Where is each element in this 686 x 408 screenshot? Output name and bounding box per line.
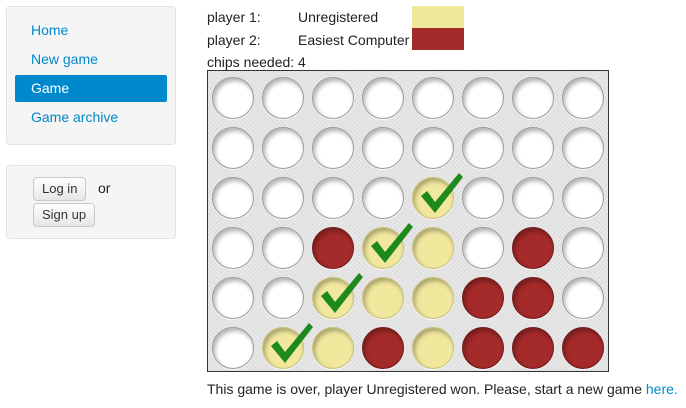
board-cell-empty[interactable] (362, 127, 404, 169)
board-cell-empty[interactable] (562, 77, 604, 119)
board-cell-empty[interactable] (212, 127, 254, 169)
player2-name: Easiest Computer (298, 32, 410, 48)
board-cell-player2[interactable] (462, 277, 504, 319)
board-cell-empty[interactable] (562, 277, 604, 319)
board-cell-empty[interactable] (462, 177, 504, 219)
board-cell-empty[interactable] (262, 127, 304, 169)
board-cell-player1[interactable] (262, 327, 304, 369)
player1-name: Unregistered (298, 9, 379, 25)
board-cell-player1[interactable] (412, 277, 454, 319)
board-cell-player1[interactable] (412, 177, 454, 219)
board-cell-empty[interactable] (462, 127, 504, 169)
board-cell-empty[interactable] (212, 277, 254, 319)
board-cell-empty[interactable] (462, 227, 504, 269)
nav-item-home[interactable]: Home (15, 17, 167, 44)
board-cell-player2[interactable] (512, 327, 554, 369)
board-cell-player2[interactable] (462, 327, 504, 369)
board-cell-empty[interactable] (212, 227, 254, 269)
nav-item-game-archive[interactable]: Game archive (15, 104, 167, 131)
login-button[interactable]: Log in (33, 177, 87, 201)
board-cell-empty[interactable] (512, 177, 554, 219)
board-cell-player1[interactable] (362, 227, 404, 269)
board-cell-empty[interactable] (462, 77, 504, 119)
board-cell-empty[interactable] (262, 77, 304, 119)
game-board (207, 70, 609, 372)
board-cell-player1[interactable] (412, 327, 454, 369)
player2-label: player 2: (207, 32, 261, 48)
board-cell-player1[interactable] (412, 227, 454, 269)
board-cell-player2[interactable] (512, 227, 554, 269)
board-cell-empty[interactable] (212, 327, 254, 369)
or-label: or (98, 180, 111, 196)
nav-item-game[interactable]: Game (15, 75, 167, 102)
board-cell-empty[interactable] (212, 77, 254, 119)
board-cell-empty[interactable] (512, 127, 554, 169)
board-cell-empty[interactable] (562, 177, 604, 219)
player1-color-swatch (412, 6, 464, 28)
board-cell-empty[interactable] (412, 77, 454, 119)
board-cell-empty[interactable] (262, 277, 304, 319)
status-text: This game is over, player Unregistered w… (207, 381, 646, 397)
player1-label: player 1: (207, 9, 261, 25)
navigation-panel: Home New game Game Game archive (6, 6, 176, 145)
board-cell-empty[interactable] (312, 77, 354, 119)
board-cell-empty[interactable] (512, 77, 554, 119)
board-cell-empty[interactable] (562, 127, 604, 169)
chips-needed-value: 4 (298, 54, 306, 70)
new-game-here-link[interactable]: here. (646, 381, 678, 397)
board-cell-empty[interactable] (312, 127, 354, 169)
board-cell-empty[interactable] (362, 77, 404, 119)
board-cell-player2[interactable] (562, 327, 604, 369)
board-cell-empty[interactable] (312, 177, 354, 219)
board-cell-player2[interactable] (362, 327, 404, 369)
board-cell-player2[interactable] (312, 227, 354, 269)
board-cell-empty[interactable] (362, 177, 404, 219)
board-cell-player2[interactable] (512, 277, 554, 319)
board-cell-player1[interactable] (312, 277, 354, 319)
board-cell-empty[interactable] (262, 177, 304, 219)
auth-panel: Log in or Sign up (6, 165, 176, 239)
board-cell-empty[interactable] (212, 177, 254, 219)
board-cell-empty[interactable] (562, 227, 604, 269)
status-message: This game is over, player Unregistered w… (207, 381, 678, 397)
board-cell-empty[interactable] (262, 227, 304, 269)
signup-button[interactable]: Sign up (33, 203, 96, 227)
chips-needed-label: chips needed: (207, 54, 295, 70)
board-cell-empty[interactable] (412, 127, 454, 169)
nav-item-new-game[interactable]: New game (15, 46, 167, 73)
player2-color-swatch (412, 28, 464, 50)
board-cell-player1[interactable] (312, 327, 354, 369)
board-cell-player1[interactable] (362, 277, 404, 319)
